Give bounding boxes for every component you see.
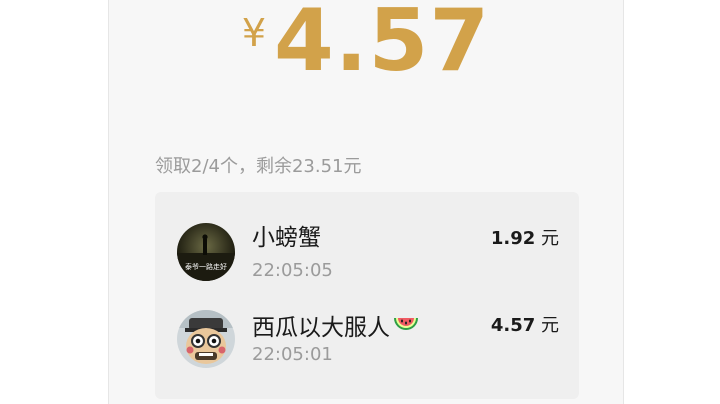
avatar[interactable]: [177, 310, 235, 368]
claim-status-text: 领取2/4个，剩余23.51元: [155, 156, 362, 177]
receive-time: 22:05:05: [252, 260, 333, 281]
receive-amount: 4.57 元: [490, 315, 559, 336]
receive-amount: 1.92 元: [490, 228, 559, 249]
watermelon-icon: [392, 312, 420, 338]
receiver-name: 西瓜以大服人: [252, 312, 420, 340]
avatar-image: 泰爷一路走好: [177, 223, 235, 281]
avatar-caption: 泰爷一路走好: [185, 262, 227, 271]
avatar-image: [177, 310, 235, 368]
amount-value: 4.57: [274, 0, 491, 91]
avatar[interactable]: 泰爷一路走好: [177, 223, 235, 281]
receiver-name: 小螃蟹: [252, 225, 321, 251]
receivers-list: 泰爷一路走好 小螃蟹 22:05:05 1.92 元 西瓜以大服人 22:05:…: [155, 192, 579, 399]
red-packet-detail-screen: ¥ 4.57 领取2/4个，剩余23.51元 泰爷一路走好 小螃蟹 22:05:…: [108, 0, 624, 404]
list-item[interactable]: 泰爷一路走好 小螃蟹 22:05:05 1.92 元: [155, 210, 579, 296]
receive-time: 22:05:01: [252, 344, 333, 365]
received-amount: ¥ 4.57: [109, 0, 623, 92]
currency-symbol: ¥: [241, 11, 266, 55]
list-item[interactable]: 西瓜以大服人 22:05:01 4.57 元: [155, 297, 579, 383]
